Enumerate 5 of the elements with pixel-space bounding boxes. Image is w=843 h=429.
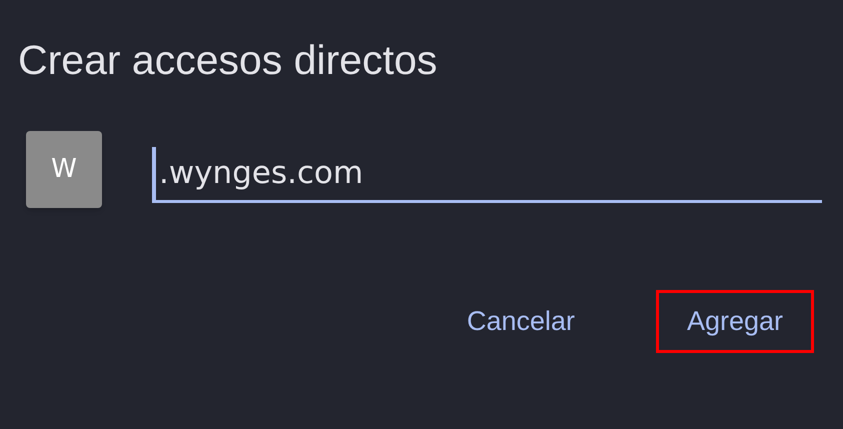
dialog-title: Crear accesos directos <box>18 36 438 85</box>
add-button[interactable]: Agregar <box>656 290 814 353</box>
cancel-button[interactable]: Cancelar <box>436 290 606 353</box>
url-field[interactable]: .wynges.com <box>152 146 822 202</box>
letter-tile: W <box>26 131 102 208</box>
